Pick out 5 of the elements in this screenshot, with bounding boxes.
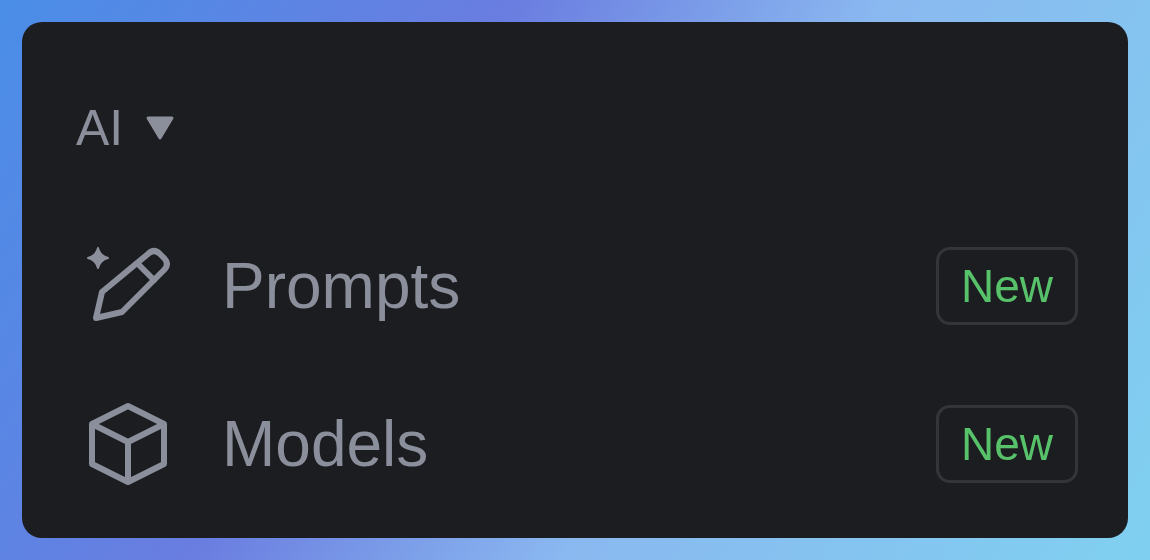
new-badge: New bbox=[935, 405, 1078, 483]
menu-item[interactable]: Prompts bbox=[222, 249, 936, 323]
new-badge: New bbox=[935, 247, 1078, 325]
section-toggle[interactable]: AI bbox=[76, 98, 176, 158]
menu-item[interactable]: Models bbox=[222, 407, 936, 481]
